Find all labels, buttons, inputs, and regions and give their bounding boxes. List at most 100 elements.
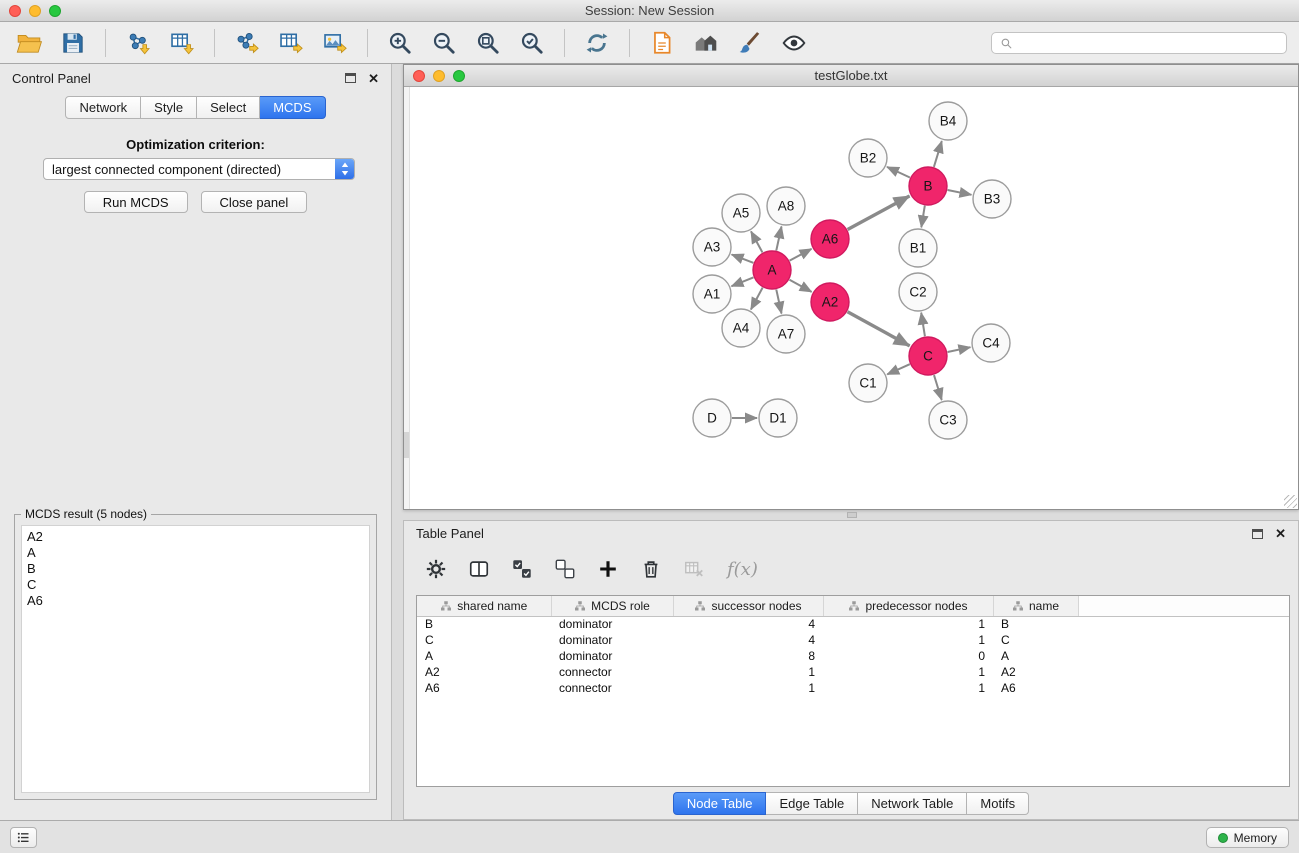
control-tab-network[interactable]: Network [65,96,141,119]
table-tab-node-table[interactable]: Node Table [673,792,767,815]
graph-edge-C-C2[interactable] [921,313,925,337]
graph-edge-A6-B[interactable] [848,196,910,230]
cell-shared-name[interactable]: A6 [417,680,551,696]
zoom-in-button[interactable] [381,26,419,60]
float-panel-icon[interactable] [345,73,356,83]
save-button[interactable] [54,26,92,60]
graph-node-A6[interactable]: A6 [811,220,849,258]
mcds-result-item[interactable]: A2 [27,529,364,545]
control-tab-style[interactable]: Style [141,96,197,119]
cell-shared-name[interactable]: A2 [417,664,551,680]
cell-predecessor-nodes[interactable]: 1 [823,680,993,696]
add-button[interactable] [592,553,624,585]
mcds-result-item[interactable]: A6 [27,593,364,609]
graph-edge-B-B4[interactable] [934,141,942,167]
cell-name[interactable]: A [993,648,1078,664]
cell-name[interactable]: A6 [993,680,1078,696]
horizontal-splitter[interactable] [403,510,1299,520]
graph-node-A2[interactable]: A2 [811,283,849,321]
cell-predecessor-nodes[interactable]: 1 [823,616,993,632]
import-network-button[interactable] [119,26,157,60]
graph-node-A7[interactable]: A7 [767,315,805,353]
graph-edge-A-A6[interactable] [790,249,812,261]
zoom-fit-button[interactable] [469,26,507,60]
graph-node-B4[interactable]: B4 [929,102,967,140]
columns-button[interactable] [463,553,495,585]
graph-node-B1[interactable]: B1 [899,229,937,267]
graph-node-A3[interactable]: A3 [693,228,731,266]
table-row[interactable]: A6connector11A6 [417,680,1289,696]
graph-edge-A-A8[interactable] [776,227,781,251]
function-builder-button[interactable]: f(x) [727,559,758,580]
graph-node-A[interactable]: A [753,251,791,289]
cell-shared-name[interactable]: C [417,632,551,648]
close-window-button[interactable] [9,5,21,17]
float-table-panel-icon[interactable] [1252,529,1263,539]
cell-successor-nodes[interactable]: 4 [673,616,823,632]
search-field[interactable] [991,32,1287,54]
control-tab-mcds[interactable]: MCDS [260,96,325,119]
graph-node-C[interactable]: C [909,337,947,375]
export-table-button[interactable] [272,26,310,60]
graph-node-D1[interactable]: D1 [759,399,797,437]
cell-MCDS-role[interactable]: dominator [551,632,673,648]
graph-edge-A2-C[interactable] [848,312,910,346]
window-resize-grip[interactable] [1284,495,1297,508]
mcds-result-item[interactable]: A [27,545,364,561]
close-panel-icon[interactable]: ✕ [368,72,379,85]
graph-node-B3[interactable]: B3 [973,180,1011,218]
cell-shared-name[interactable]: A [417,648,551,664]
cell-successor-nodes[interactable]: 8 [673,648,823,664]
graph-node-A1[interactable]: A1 [693,275,731,313]
graph-node-C3[interactable]: C3 [929,401,967,439]
cell-MCDS-role[interactable]: connector [551,680,673,696]
cell-MCDS-role[interactable]: dominator [551,648,673,664]
export-image-button[interactable] [316,26,354,60]
network-close-button[interactable] [413,70,425,82]
close-panel-button[interactable]: Close panel [201,191,308,213]
splitter-handle[interactable] [847,512,857,518]
cell-name[interactable]: C [993,632,1078,648]
task-history-button[interactable] [10,827,37,848]
graph-node-A5[interactable]: A5 [722,194,760,232]
open-session-button[interactable] [643,26,681,60]
open-folder-button[interactable] [10,26,48,60]
cell-name[interactable]: A2 [993,664,1078,680]
graph-edge-B-B3[interactable] [948,190,972,195]
gear-button[interactable] [420,553,452,585]
graph-edge-A-A3[interactable] [732,255,754,263]
table-row[interactable]: Bdominator41B [417,616,1289,632]
control-tab-select[interactable]: Select [197,96,260,119]
graph-node-A8[interactable]: A8 [767,187,805,225]
search-input[interactable] [1018,36,1278,50]
minimize-window-button[interactable] [29,5,41,17]
cell-successor-nodes[interactable]: 1 [673,680,823,696]
column-header-predecessor-nodes[interactable]: predecessor nodes [823,596,993,616]
cell-successor-nodes[interactable]: 1 [673,664,823,680]
column-header-name[interactable]: name [993,596,1078,616]
select-all-button[interactable] [506,553,538,585]
style-button[interactable] [731,26,769,60]
optimization-criterion-dropdown[interactable]: largest connected component (directed) [43,158,355,180]
cell-name[interactable]: B [993,616,1078,632]
graph-node-C1[interactable]: C1 [849,364,887,402]
refresh-button[interactable] [578,26,616,60]
table-row[interactable]: A2connector11A2 [417,664,1289,680]
mcds-result-item[interactable]: B [27,561,364,577]
eye-button[interactable] [775,26,813,60]
table-tab-motifs[interactable]: Motifs [967,792,1029,815]
column-header-shared-name[interactable]: shared name [417,596,551,616]
close-table-panel-icon[interactable]: ✕ [1275,527,1286,540]
graph-edge-B-B2[interactable] [887,167,910,178]
graph-edge-A-A5[interactable] [751,231,762,252]
graph-node-A4[interactable]: A4 [722,309,760,347]
home-button[interactable] [687,26,725,60]
graph-edge-C-C1[interactable] [887,364,910,374]
cell-successor-nodes[interactable]: 4 [673,632,823,648]
import-table-button[interactable] [163,26,201,60]
cell-shared-name[interactable]: B [417,616,551,632]
zoom-out-button[interactable] [425,26,463,60]
trash-button[interactable] [635,553,667,585]
mcds-result-item[interactable]: C [27,577,364,593]
canvas-side-splitter[interactable] [404,87,410,509]
